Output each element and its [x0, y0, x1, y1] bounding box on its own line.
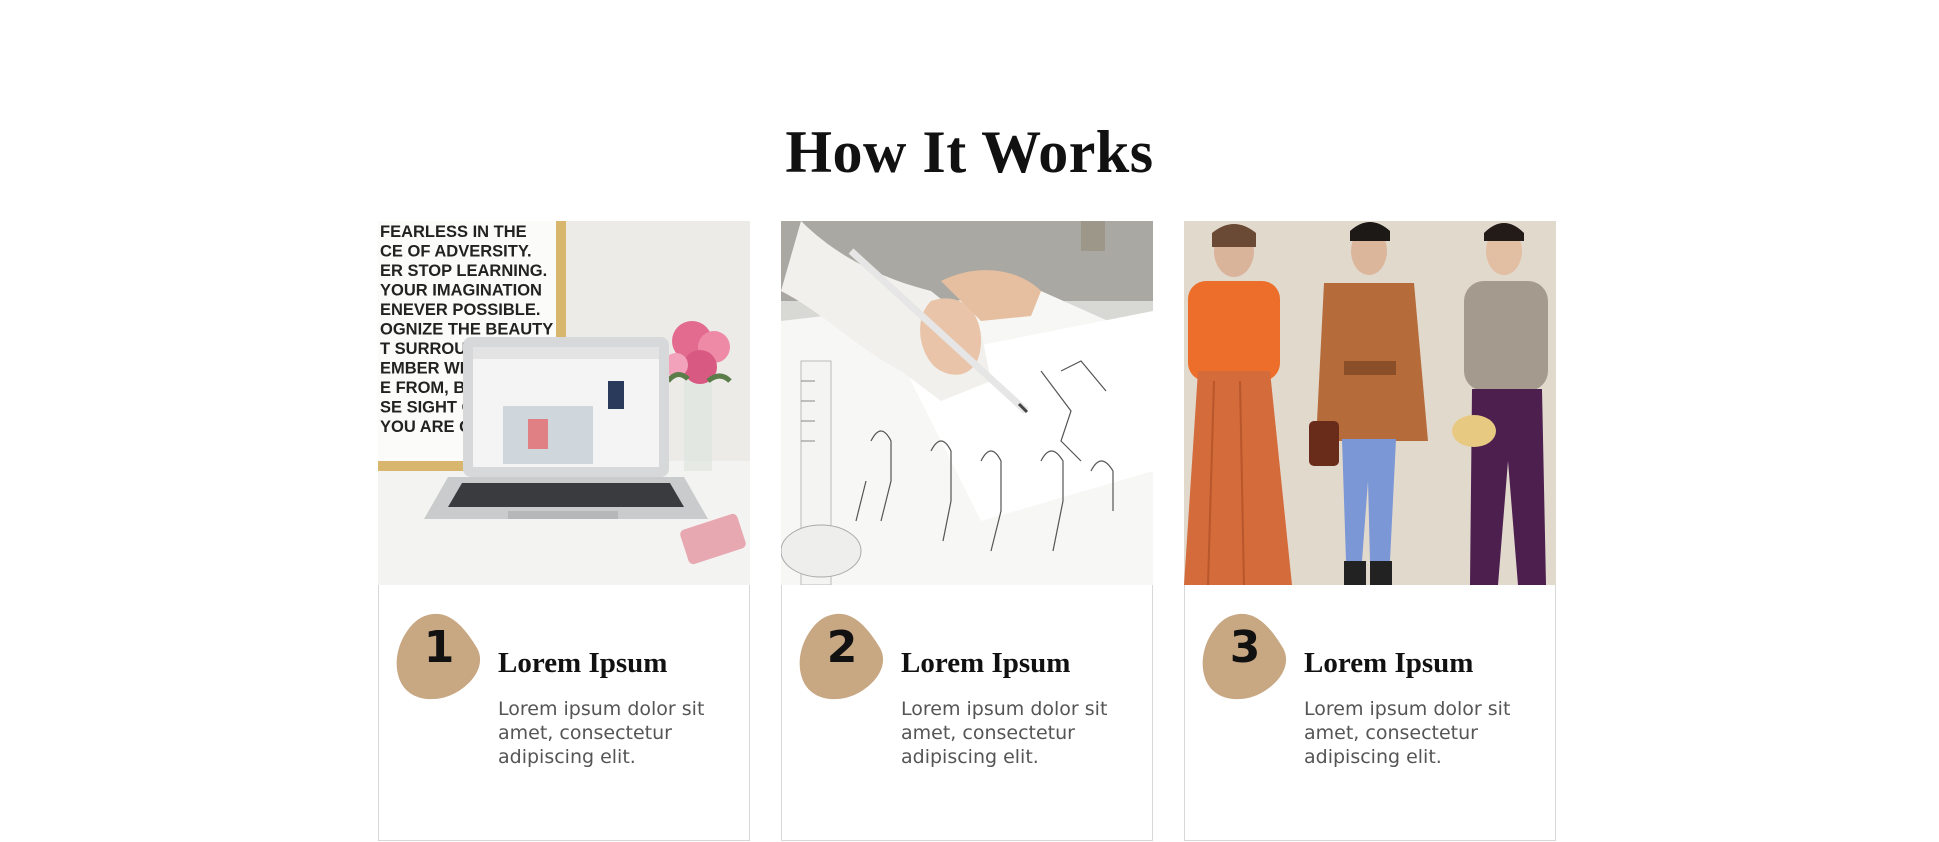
step-heading: Lorem Ipsum: [498, 647, 668, 679]
fashion-models-illustration: [1184, 221, 1556, 585]
poster-text-line: ER STOP LEARNING.: [380, 262, 547, 280]
step-description: Lorem ipsum dolor sit amet, consectetur …: [498, 698, 705, 768]
step-description: Lorem ipsum dolor sit amet, consectetur …: [901, 698, 1108, 768]
step-number: 2: [826, 622, 858, 673]
step-number: 1: [423, 622, 455, 673]
fashion-sketching-image: [781, 221, 1153, 585]
fashion-sketching-illustration: [781, 221, 1153, 585]
step-number: 3: [1229, 622, 1261, 673]
poster-text-line: OGNIZE THE BEAUTY: [380, 321, 553, 339]
laptop-desk-illustration: FEARLESS IN THE CE OF ADVERSITY.ER STOP L…: [378, 221, 750, 585]
laptop-desk-image: FEARLESS IN THE CE OF ADVERSITY. ER STOP L…: [378, 221, 750, 585]
poster-text-line: ENEVER POSSIBLE.: [380, 301, 540, 319]
step-card: FEARLESS IN THE CE OF ADVERSITY. ER STOP L…: [378, 221, 750, 841]
step-number-badge: 3: [1199, 610, 1291, 702]
step-card: 3 Lorem Ipsum Lorem ipsum dolor sit amet…: [1184, 221, 1556, 841]
how-it-works-section: How It Works FEARLESS IN THE CE OF ADVERS…: [0, 0, 1939, 842]
fashion-models-image: [1184, 221, 1556, 585]
steps-cards: FEARLESS IN THE CE OF ADVERSITY. ER STOP L…: [378, 221, 1556, 841]
poster-text-line: CE OF ADVERSITY.: [380, 243, 532, 261]
step-heading: Lorem Ipsum: [901, 647, 1071, 679]
section-title: How It Works: [785, 119, 1154, 186]
step-heading: Lorem Ipsum: [1304, 647, 1474, 679]
step-number-badge: 1: [393, 610, 485, 702]
poster-text-line: FEARLESS IN THE: [380, 223, 527, 241]
step-card: 2 Lorem Ipsum Lorem ipsum dolor sit amet…: [781, 221, 1153, 841]
step-description: Lorem ipsum dolor sit amet, consectetur …: [1304, 698, 1511, 768]
step-number-badge: 2: [796, 610, 888, 702]
poster-text-line: YOUR IMAGINATION: [380, 282, 542, 300]
